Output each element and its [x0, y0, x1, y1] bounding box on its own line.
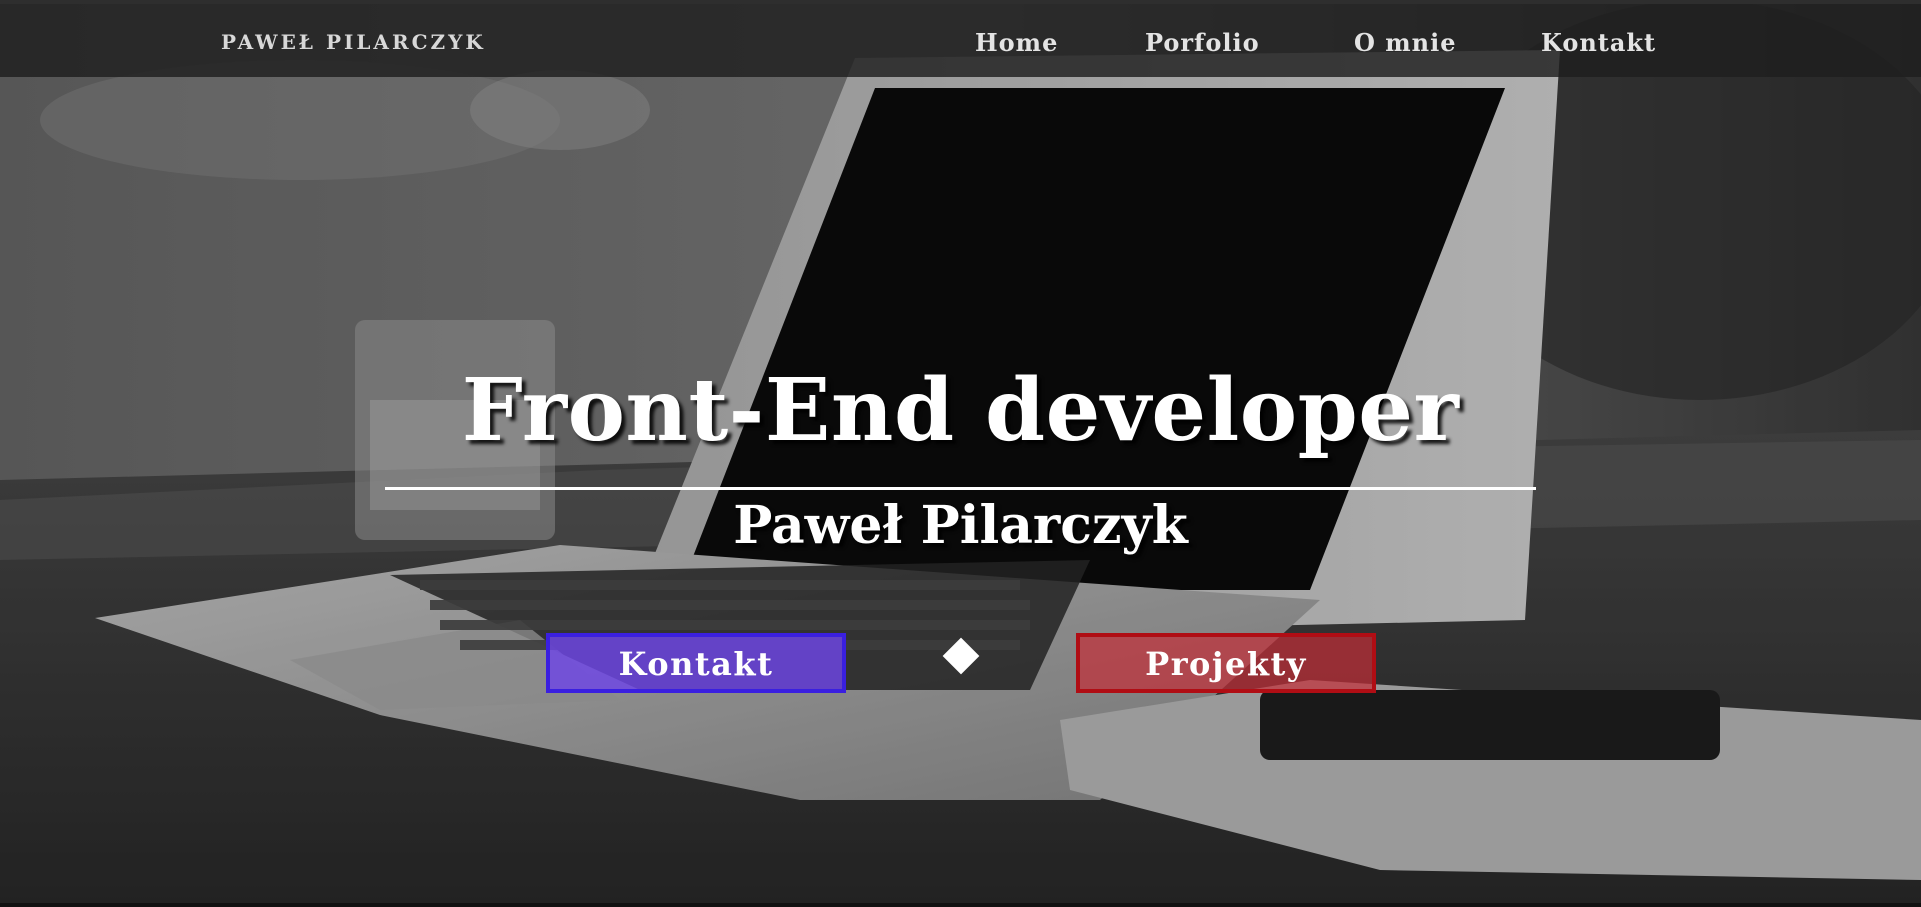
top-navbar: PAWEŁ PILARCZYK Home Porfolio O mnie Kon… [0, 0, 1921, 77]
nav-link-portfolio[interactable]: Porfolio [1145, 28, 1260, 57]
projects-button[interactable]: Projekty [1076, 633, 1376, 693]
page-bottom-border [0, 903, 1921, 907]
contact-button[interactable]: Kontakt [546, 633, 846, 693]
hero-divider-line [385, 487, 1536, 490]
landing-page: PAWEŁ PILARCZYK Home Porfolio O mnie Kon… [0, 0, 1921, 907]
hero-title: Front-End developer [461, 360, 1460, 461]
nav-link-contact[interactable]: Kontakt [1541, 28, 1656, 57]
nav-link-about[interactable]: O mnie [1354, 28, 1457, 57]
hero-subtitle-name: Paweł Pilarczyk [733, 495, 1188, 556]
site-brand-logo-text[interactable]: PAWEŁ PILARCZYK [221, 30, 486, 54]
nav-link-home[interactable]: Home [975, 28, 1058, 57]
